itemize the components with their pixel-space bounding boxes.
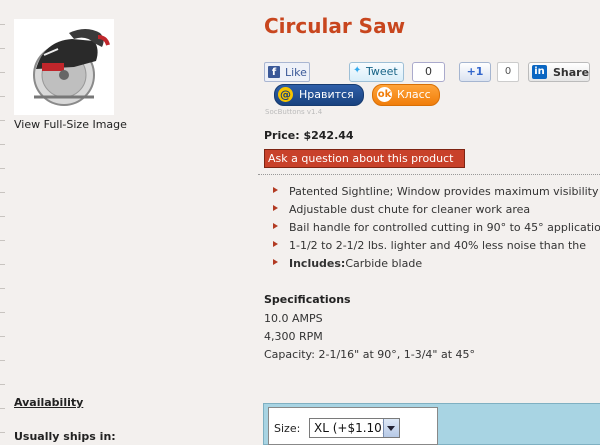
facebook-icon: f (268, 66, 280, 78)
spec-line: Capacity: 2-1/16" at 90°, 1-3/4" at 45° (264, 348, 476, 361)
size-selected-value: XL (+$1.10) (314, 421, 387, 435)
circular-saw-image (33, 29, 110, 106)
bullet-arrow-icon (273, 205, 278, 211)
spec-line: 10.0 AMPS (264, 312, 323, 325)
bullet-arrow-icon (273, 223, 278, 229)
odnoklassniki-label: Класс (397, 88, 431, 101)
availability-heading: Availability (14, 396, 84, 409)
mail-at-icon: @ (278, 87, 293, 102)
specifications-heading: Specifications (264, 293, 351, 306)
view-full-size-link[interactable]: View Full-Size Image (14, 118, 127, 131)
feature-item: Bail handle for controlled cutting in 90… (273, 220, 600, 238)
mail-like-label: Нравится (299, 88, 354, 101)
tweet-label: Tweet (366, 65, 398, 78)
twitter-bird-icon: ✦ (353, 65, 362, 76)
odnoklassniki-icon: ok (377, 87, 392, 102)
bullet-arrow-icon (273, 259, 278, 265)
facebook-like-label: Like (285, 66, 307, 79)
left-border-dots (0, 0, 6, 438)
size-select[interactable]: XL (+$1.10) (309, 418, 400, 438)
socbuttons-version: SocButtons v1.4 (265, 108, 323, 116)
ask-question-button[interactable]: Ask a question about this product (264, 149, 465, 168)
chevron-down-icon[interactable] (383, 419, 399, 437)
google-plus-count: 0 (497, 62, 519, 82)
product-title: Circular Saw (264, 14, 406, 38)
mail-ru-like-button[interactable]: @ Нравится (274, 84, 364, 106)
odnoklassniki-class-button[interactable]: ok Класс (372, 84, 440, 106)
linkedin-share-label: Share (553, 66, 590, 79)
product-price: Price: $242.44 (264, 129, 354, 142)
feature-item: Includes:Carbide blade (273, 256, 600, 274)
tweet-count: 0 (412, 62, 445, 82)
facebook-like-button[interactable]: f Like (264, 62, 310, 82)
feature-list: Patented Sightline; Window provides maxi… (273, 184, 600, 274)
product-image[interactable] (14, 19, 114, 115)
google-plus-one-button[interactable]: +1 (459, 62, 491, 82)
bullet-arrow-icon (273, 187, 278, 193)
spec-line: 4,300 RPM (264, 330, 323, 343)
feature-item: Patented Sightline; Window provides maxi… (273, 184, 600, 202)
feature-item: Adjustable dust chute for cleaner work a… (273, 202, 600, 220)
usually-ships-label: Usually ships in: (14, 430, 116, 443)
linkedin-share-button[interactable]: in Share (528, 62, 590, 82)
linkedin-icon: in (532, 65, 547, 79)
tweet-button[interactable]: ✦ Tweet (349, 62, 404, 82)
bullet-arrow-icon (273, 241, 278, 247)
size-label: Size: (274, 422, 301, 435)
section-divider (258, 174, 600, 175)
feature-item: 1-1/2 to 2-1/2 lbs. lighter and 40% less… (273, 238, 600, 256)
